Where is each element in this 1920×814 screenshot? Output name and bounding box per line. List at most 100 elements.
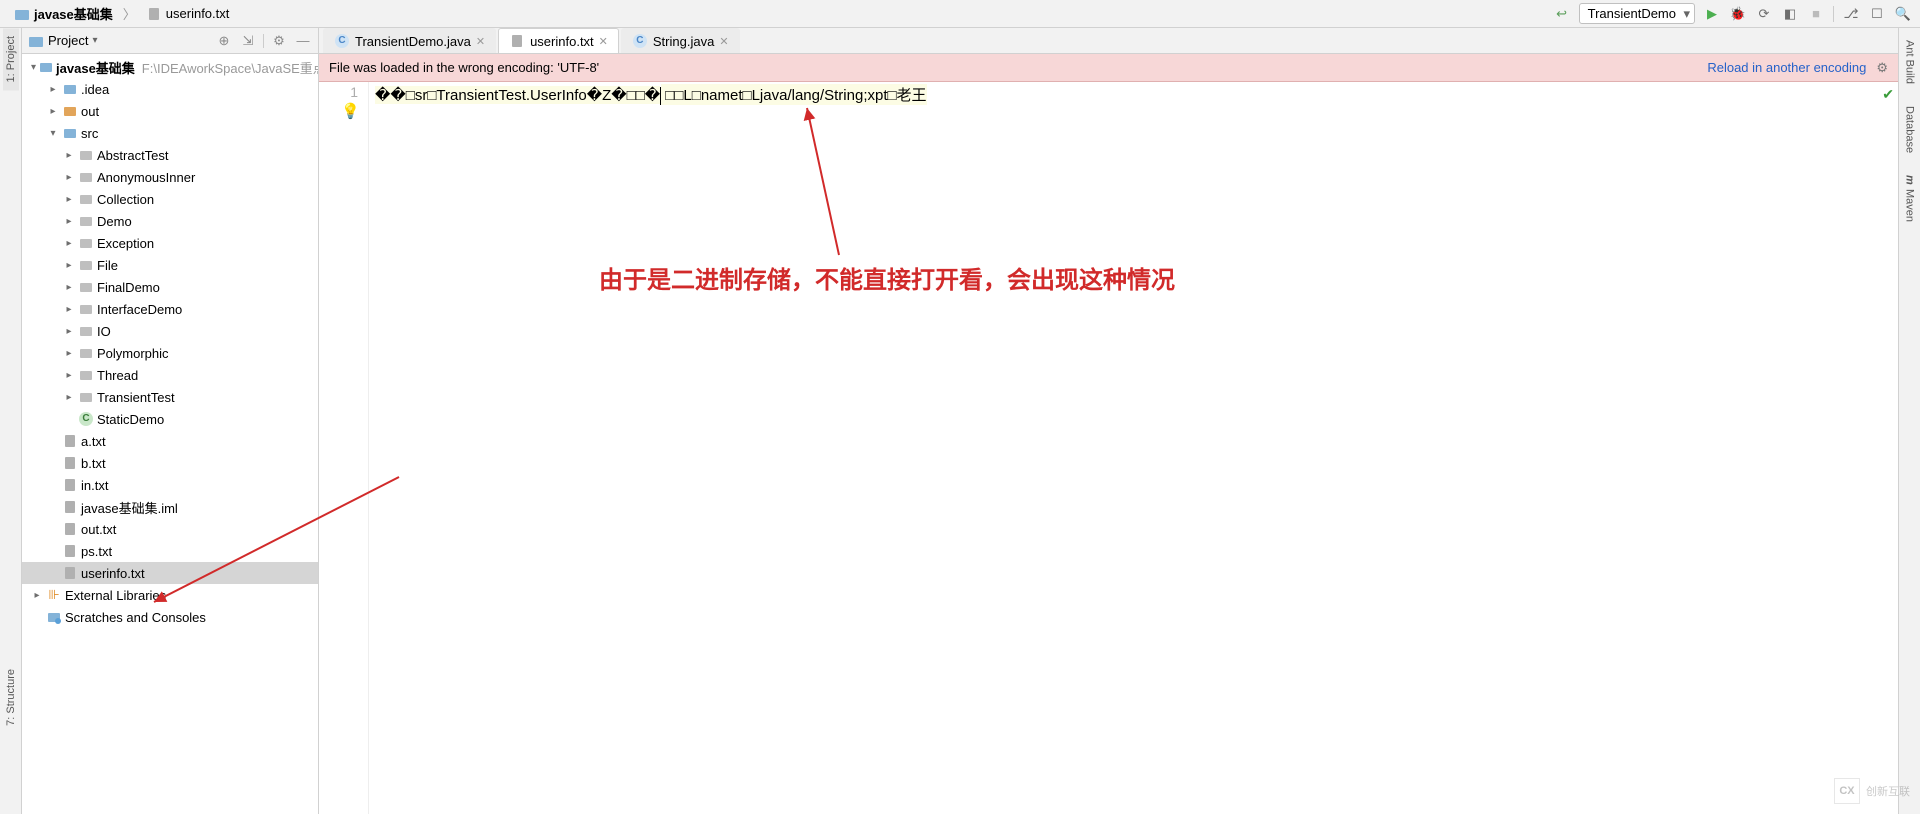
locate-icon[interactable]: ⊕: [215, 32, 233, 50]
tool-tab-project[interactable]: 1: Project: [3, 28, 19, 90]
back-icon[interactable]: ↩: [1553, 5, 1571, 23]
tree-package[interactable]: ▸Thread: [22, 364, 318, 386]
profile-icon[interactable]: ◧: [1781, 5, 1799, 23]
reload-encoding-link[interactable]: Reload in another encoding: [1707, 60, 1866, 75]
chevron-icon: ▸: [63, 304, 75, 315]
chevron-icon: ▸: [63, 260, 75, 271]
node-label: ps.txt: [81, 544, 112, 559]
tree-external-libraries[interactable]: ▸⊪External Libraries: [22, 584, 318, 606]
hide-icon[interactable]: —: [294, 32, 312, 50]
breadcrumb-file-label: userinfo.txt: [166, 6, 230, 21]
tree-package[interactable]: ▸AbstractTest: [22, 144, 318, 166]
line-number: 1: [319, 84, 358, 100]
code-content[interactable]: ��□sr□TransientTest.UserInfo�Z�□□� □□L□n…: [369, 82, 1898, 814]
editor-tab[interactable]: userinfo.txt✕: [498, 28, 619, 53]
tool-tab-ant[interactable]: Ant Build: [1902, 34, 1918, 90]
project-view-select[interactable]: Project ▾: [28, 33, 209, 49]
breadcrumb-project[interactable]: javase基础集: [8, 2, 119, 25]
banner-message: File was loaded in the wrong encoding: '…: [329, 60, 1697, 75]
tree-file[interactable]: ▸ps.txt: [22, 540, 318, 562]
node-label: in.txt: [81, 478, 108, 493]
chevron-icon: ▸: [63, 392, 75, 403]
breadcrumb-file[interactable]: userinfo.txt: [140, 4, 236, 24]
tree-package[interactable]: ▸ TransientTest: [22, 386, 318, 408]
node-label: userinfo.txt: [81, 566, 145, 581]
chevron-icon: ▸: [47, 106, 59, 117]
node-label: File: [97, 258, 118, 273]
file-icon: [146, 6, 162, 22]
tool-tab-structure[interactable]: 7: Structure: [3, 661, 19, 734]
right-tool-strip: Ant Build Database mMaven: [1898, 28, 1920, 814]
tree-file[interactable]: ▸out.txt: [22, 518, 318, 540]
node-label: TransientTest: [97, 390, 175, 405]
tree-file[interactable]: ▸in.txt: [22, 474, 318, 496]
editor-tabs: CTransientDemo.java✕userinfo.txt✕CString…: [319, 28, 1898, 54]
update-icon[interactable]: ☐: [1868, 5, 1886, 23]
tree-file[interactable]: ▸javase基础集.iml: [22, 496, 318, 518]
tree-package[interactable]: ▸ FinalDemo: [22, 276, 318, 298]
tree-out[interactable]: ▸out: [22, 100, 318, 122]
watermark: CX 创新互联: [1834, 778, 1910, 804]
node-icon: [62, 565, 78, 581]
node-label: FinalDemo: [97, 280, 160, 295]
tree-file[interactable]: ▸userinfo.txt: [22, 562, 318, 584]
editor-tab[interactable]: CString.java✕: [621, 28, 740, 53]
tool-tab-database[interactable]: Database: [1902, 100, 1918, 159]
git-icon[interactable]: ⎇: [1842, 5, 1860, 23]
lightbulb-icon[interactable]: 💡: [341, 102, 360, 120]
tree-class[interactable]: ▸CStaticDemo: [22, 408, 318, 430]
node-icon: [78, 389, 94, 405]
close-icon[interactable]: ✕: [476, 35, 485, 48]
tree-package[interactable]: ▸Collection: [22, 188, 318, 210]
code-editor[interactable]: 1 ��□sr□TransientTest.UserInfo�Z�□□� □□L…: [319, 82, 1898, 814]
stop-icon[interactable]: ■: [1807, 5, 1825, 23]
chevron-icon: ▸: [63, 282, 75, 293]
tree-package[interactable]: ▸Demo: [22, 210, 318, 232]
chevron-icon: ▾: [31, 62, 36, 73]
node-icon: [78, 235, 94, 251]
node-icon: [78, 213, 94, 229]
project-tree[interactable]: ▾javase基础集F:\IDEAworkSpace\JavaSE重点 ▸ .ide…: [22, 54, 318, 814]
tree-idea[interactable]: ▸ .idea: [22, 78, 318, 100]
close-icon[interactable]: ✕: [719, 35, 728, 48]
chevron-icon: ▸: [47, 84, 59, 95]
annotation-text: 由于是二进制存储，不能直接打开看，会出现这种情况: [599, 260, 1175, 295]
separator: [263, 34, 264, 48]
node-label: a.txt: [81, 434, 106, 449]
node-label: .idea: [81, 82, 109, 97]
breadcrumb: javase基础集 〉 userinfo.txt: [0, 2, 1553, 25]
collapse-icon[interactable]: ⇲: [239, 32, 257, 50]
coverage-icon[interactable]: ⟳: [1755, 5, 1773, 23]
tree-file[interactable]: ▸b.txt: [22, 452, 318, 474]
tree-src[interactable]: ▾src: [22, 122, 318, 144]
node-icon: [78, 323, 94, 339]
search-icon[interactable]: 🔍: [1894, 5, 1912, 23]
navigation-bar: javase基础集 〉 userinfo.txt ↩ TransientDemo…: [0, 0, 1920, 28]
gear-icon[interactable]: ⚙: [1876, 60, 1888, 76]
node-label: StaticDemo: [97, 412, 164, 427]
tree-package[interactable]: ▸ File: [22, 254, 318, 276]
run-config-select[interactable]: TransientDemo: [1579, 3, 1695, 24]
toolbar-run-controls: ↩ TransientDemo ▶ 🐞 ⟳ ◧ ■ ⎇ ☐ 🔍: [1553, 3, 1920, 24]
project-title-label: Project: [48, 33, 88, 48]
chevron-right-icon: 〉: [123, 4, 136, 23]
tool-tab-maven[interactable]: mMaven: [1902, 169, 1918, 228]
run-icon[interactable]: ▶: [1703, 5, 1721, 23]
tree-package[interactable]: ▸IO: [22, 320, 318, 342]
gear-icon[interactable]: ⚙: [270, 32, 288, 50]
tree-package[interactable]: ▸Polymorphic: [22, 342, 318, 364]
debug-icon[interactable]: 🐞: [1729, 5, 1747, 23]
editor-tab[interactable]: CTransientDemo.java✕: [323, 28, 496, 53]
tree-file[interactable]: ▸a.txt: [22, 430, 318, 452]
tree-root[interactable]: ▾javase基础集F:\IDEAworkSpace\JavaSE重点: [22, 56, 318, 78]
run-config-label: TransientDemo: [1588, 6, 1676, 21]
node-label: Thread: [97, 368, 138, 383]
tree-scratches[interactable]: ▸Scratches and Consoles: [22, 606, 318, 628]
editor-area: CTransientDemo.java✕userinfo.txt✕CString…: [319, 28, 1898, 814]
chevron-icon: ▸: [63, 348, 75, 359]
tree-package[interactable]: ▸Exception: [22, 232, 318, 254]
node-icon: [78, 191, 94, 207]
tree-package[interactable]: ▸AnonymousInner: [22, 166, 318, 188]
close-icon[interactable]: ✕: [599, 35, 608, 48]
tree-package[interactable]: ▸InterfaceDemo: [22, 298, 318, 320]
